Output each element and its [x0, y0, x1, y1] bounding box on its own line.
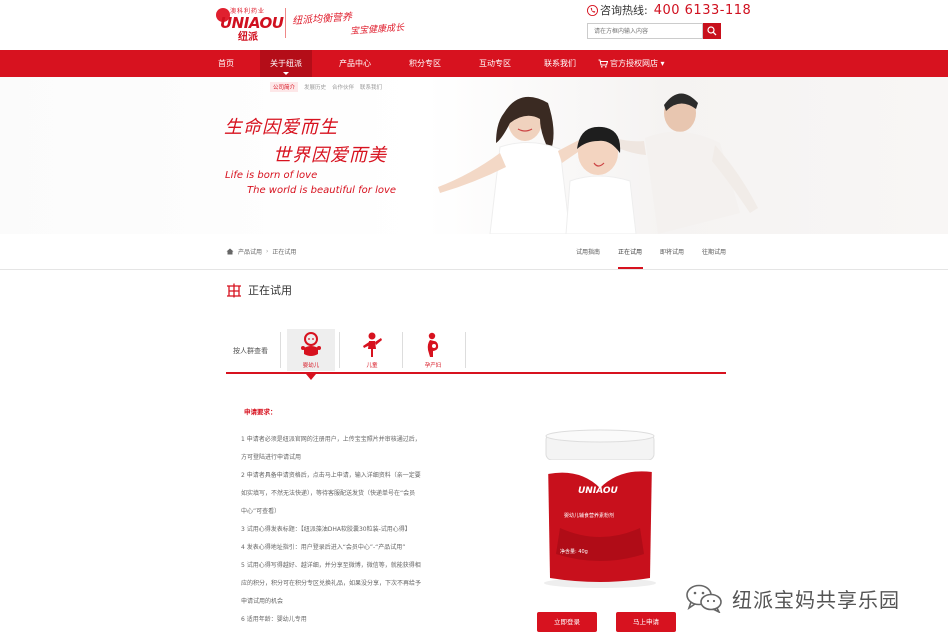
requirement-line: 6 适用年龄：婴幼儿专用	[241, 616, 307, 623]
nav-item-shop-label: 官方授权网店 ▾	[610, 59, 665, 68]
site-header: 澳科利药业 UNIAOU 纽派 纽派均衡营养 宝宝健康成长 咨询热线: 400 …	[0, 0, 948, 50]
requirement-line: 应的积分，积分可在积分专区兑换礼品，如果没分享，下次不再给予	[241, 580, 422, 587]
hotline-label: 咨询热线:	[600, 4, 648, 17]
home-icon[interactable]	[226, 248, 234, 255]
subnav-item-history[interactable]: 发展历史	[304, 83, 326, 91]
breadcrumb: 产品试用 › 正在试用	[226, 247, 296, 256]
hotline: 咨询热线: 400 6133-118	[587, 2, 751, 18]
family-photo	[438, 93, 758, 234]
requirement-line: 申请试用的机会	[241, 598, 284, 605]
requirements-title: 申请要求：	[244, 408, 277, 416]
crowd-filter-label: 按人群查看	[233, 347, 268, 355]
hero-banner: 生命因爱而生 世界因爱而美 Life is born of love The w…	[0, 77, 948, 234]
watermark-text: 纽派宝妈共享乐园	[732, 587, 900, 612]
wechat-icon	[686, 584, 722, 613]
crowd-item-pregnant[interactable]: 孕产妇	[409, 329, 457, 371]
breadcrumb-bar: 产品试用 › 正在试用 试用指南 正在试用 即将试用 往期试用	[0, 234, 948, 270]
product-can	[544, 429, 656, 588]
breadcrumb-current: 正在试用	[272, 249, 297, 256]
child-icon	[363, 332, 382, 357]
nav-item-home[interactable]: 首页	[218, 50, 234, 77]
crowd-divider	[339, 332, 340, 368]
active-tab-indicator	[618, 267, 643, 269]
banner-slogan-en-1: Life is born of love	[225, 170, 318, 181]
wechat-watermark: 纽派宝妈共享乐园	[684, 583, 900, 613]
tab-upcoming-trial[interactable]: 即将试用	[660, 247, 684, 256]
pregnant-icon	[427, 332, 439, 357]
crowd-item-label: 婴幼儿	[302, 363, 320, 369]
crowd-item-child[interactable]: 儿童	[348, 329, 396, 371]
baby-icon	[301, 332, 321, 356]
nav-caret-icon	[283, 72, 289, 75]
requirement-line: 中心”可查看）	[241, 508, 281, 515]
tab-current-trial[interactable]: 正在试用	[618, 247, 642, 256]
logo-chinese: 纽派	[238, 32, 258, 43]
crowd-item-label: 孕产妇	[424, 363, 442, 369]
main-nav: 首页 关于纽派 产品中心 积分专区 互动专区 联系我们 官方授权网店 ▾	[0, 50, 948, 77]
phone-icon	[587, 4, 598, 16]
nav-item-products[interactable]: 产品中心	[339, 50, 371, 77]
search-input[interactable]	[587, 23, 703, 39]
subnav-item-partners[interactable]: 合作伙伴	[332, 83, 354, 91]
banner-slogan-cn-2: 世界因爱而美	[273, 145, 387, 166]
requirement-line: 3 试用心得发表标题：【纽派藻油DHA软胶囊30粒装-试用心得】	[241, 526, 411, 533]
product-brand: UNIAOU	[578, 486, 618, 496]
login-button[interactable]: 立即登录	[537, 612, 597, 632]
search-icon	[707, 26, 717, 36]
breadcrumb-item[interactable]: 产品试用	[238, 247, 262, 256]
product-name: 婴幼儿辅食营养素粉剂	[564, 513, 615, 519]
requirement-line: 5 试用心得写得越好、越详细，并分享至微博，微信等，就能获得相	[241, 562, 421, 569]
section-title-icon	[227, 283, 241, 297]
cart-icon	[598, 59, 608, 68]
nav-item-contact[interactable]: 联系我们	[544, 50, 576, 77]
nav-item-points[interactable]: 积分专区	[409, 50, 441, 77]
section-title: 正在试用	[226, 282, 292, 298]
crowd-divider	[402, 332, 403, 368]
tab-guide[interactable]: 试用指南	[576, 247, 600, 256]
requirement-line: 2 申请者具备申请资格后，点击马上申请，输入详细资料（亲一定要	[241, 472, 421, 479]
nav-item-about-label: 关于纽派	[270, 59, 302, 68]
search-button[interactable]	[703, 23, 721, 39]
subnav-item-contact[interactable]: 联系我们	[360, 83, 382, 91]
tab-past-trial[interactable]: 往期试用	[702, 247, 726, 256]
crowd-divider	[465, 332, 466, 368]
requirement-line: 如实填写，不然无法快递），等待客服配送发货（快递单号在“会员	[241, 490, 416, 497]
breadcrumb-separator: ›	[266, 248, 269, 255]
slogan-line2: 宝宝健康成长	[349, 23, 405, 37]
crowd-item-infant[interactable]: 婴幼儿	[287, 329, 335, 371]
sub-nav: 公司简介 发展历史 合作伙伴 联系我们	[270, 81, 388, 93]
hotline-number: 400 6133-118	[653, 2, 752, 18]
crowd-pointer-icon	[306, 374, 316, 380]
logo-divider	[285, 8, 286, 38]
apply-button[interactable]: 马上申请	[616, 612, 676, 632]
product-image: UNIAOU 婴幼儿辅食营养素粉剂 净含量: 40g	[540, 428, 660, 590]
crowd-item-label: 儿童	[366, 363, 378, 369]
nav-item-shop[interactable]: 官方授权网店 ▾	[598, 50, 665, 77]
product-weight: 净含量: 40g	[560, 549, 588, 555]
banner-slogan-cn-1: 生命因爱而生	[224, 117, 338, 138]
nav-item-about[interactable]: 关于纽派	[260, 50, 312, 77]
requirement-line: 1 申请者必须是纽派官网的注册用户，上传宝宝照片并审核通过后，	[241, 436, 421, 443]
section-title-text: 正在试用	[248, 284, 292, 297]
brand-logo[interactable]: 澳科利药业 UNIAOU 纽派	[216, 6, 284, 43]
requirement-line: 4 发表心得地址指引：用户登录后进入“会员中心”-“产品试用”	[241, 544, 406, 551]
slogan-line1: 纽派均衡营养	[291, 11, 353, 28]
crowd-underline	[226, 372, 726, 374]
subnav-item-intro[interactable]: 公司简介	[270, 82, 299, 92]
banner-slogan-en-2: The world is beautiful for love	[247, 185, 397, 196]
nav-item-interact[interactable]: 互动专区	[479, 50, 511, 77]
requirement-line: 方可登陆进行申请试用	[241, 454, 302, 461]
crowd-divider	[280, 332, 281, 368]
